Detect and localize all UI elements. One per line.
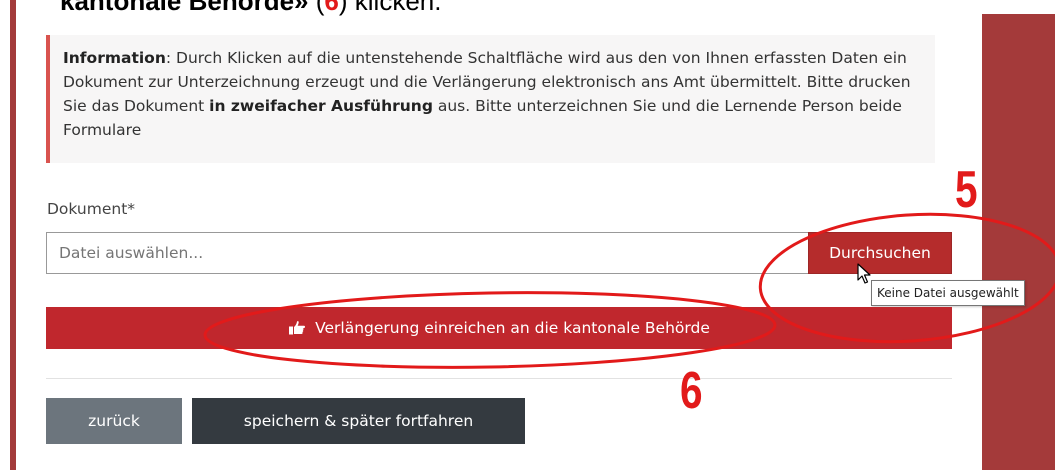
- annotation-number-5: 5: [955, 161, 978, 219]
- instruction-step-number: 6: [324, 0, 339, 16]
- left-accent-bar: [10, 0, 16, 470]
- document-field-label: Dokument*: [47, 200, 136, 218]
- annotation-number-6: 6: [680, 362, 703, 420]
- instruction-paren-open: (: [308, 0, 325, 16]
- instruction-paren-close: ): [338, 0, 355, 16]
- instruction-verb: klicken.: [354, 0, 442, 16]
- file-upload-row: Durchsuchen: [46, 232, 952, 274]
- submit-extension-button[interactable]: Verlängerung einreichen an die kantonale…: [46, 307, 952, 349]
- save-continue-later-button[interactable]: speichern & später fortfahren: [192, 398, 525, 444]
- browse-button[interactable]: Durchsuchen: [808, 232, 952, 274]
- section-divider: [46, 378, 952, 379]
- information-label: Information: [63, 49, 166, 67]
- instruction-title: kantonale Behörde»: [60, 0, 309, 16]
- information-box: Information: Durch Klicken auf die unten…: [46, 35, 935, 163]
- back-button[interactable]: zurück: [46, 398, 182, 444]
- right-side-panel: [982, 14, 1055, 470]
- instruction-text: kantonale Behörde» (6) klicken.: [60, 0, 441, 17]
- hand-pointing-right-icon: [289, 321, 306, 335]
- information-emphasis: in zweifacher Ausführung: [209, 97, 433, 115]
- submit-button-label: Verlängerung einreichen an die kantonale…: [315, 319, 710, 337]
- file-path-input[interactable]: [46, 232, 808, 274]
- mouse-cursor-icon: [857, 263, 871, 284]
- file-tooltip: Keine Datei ausgewählt: [871, 280, 1025, 306]
